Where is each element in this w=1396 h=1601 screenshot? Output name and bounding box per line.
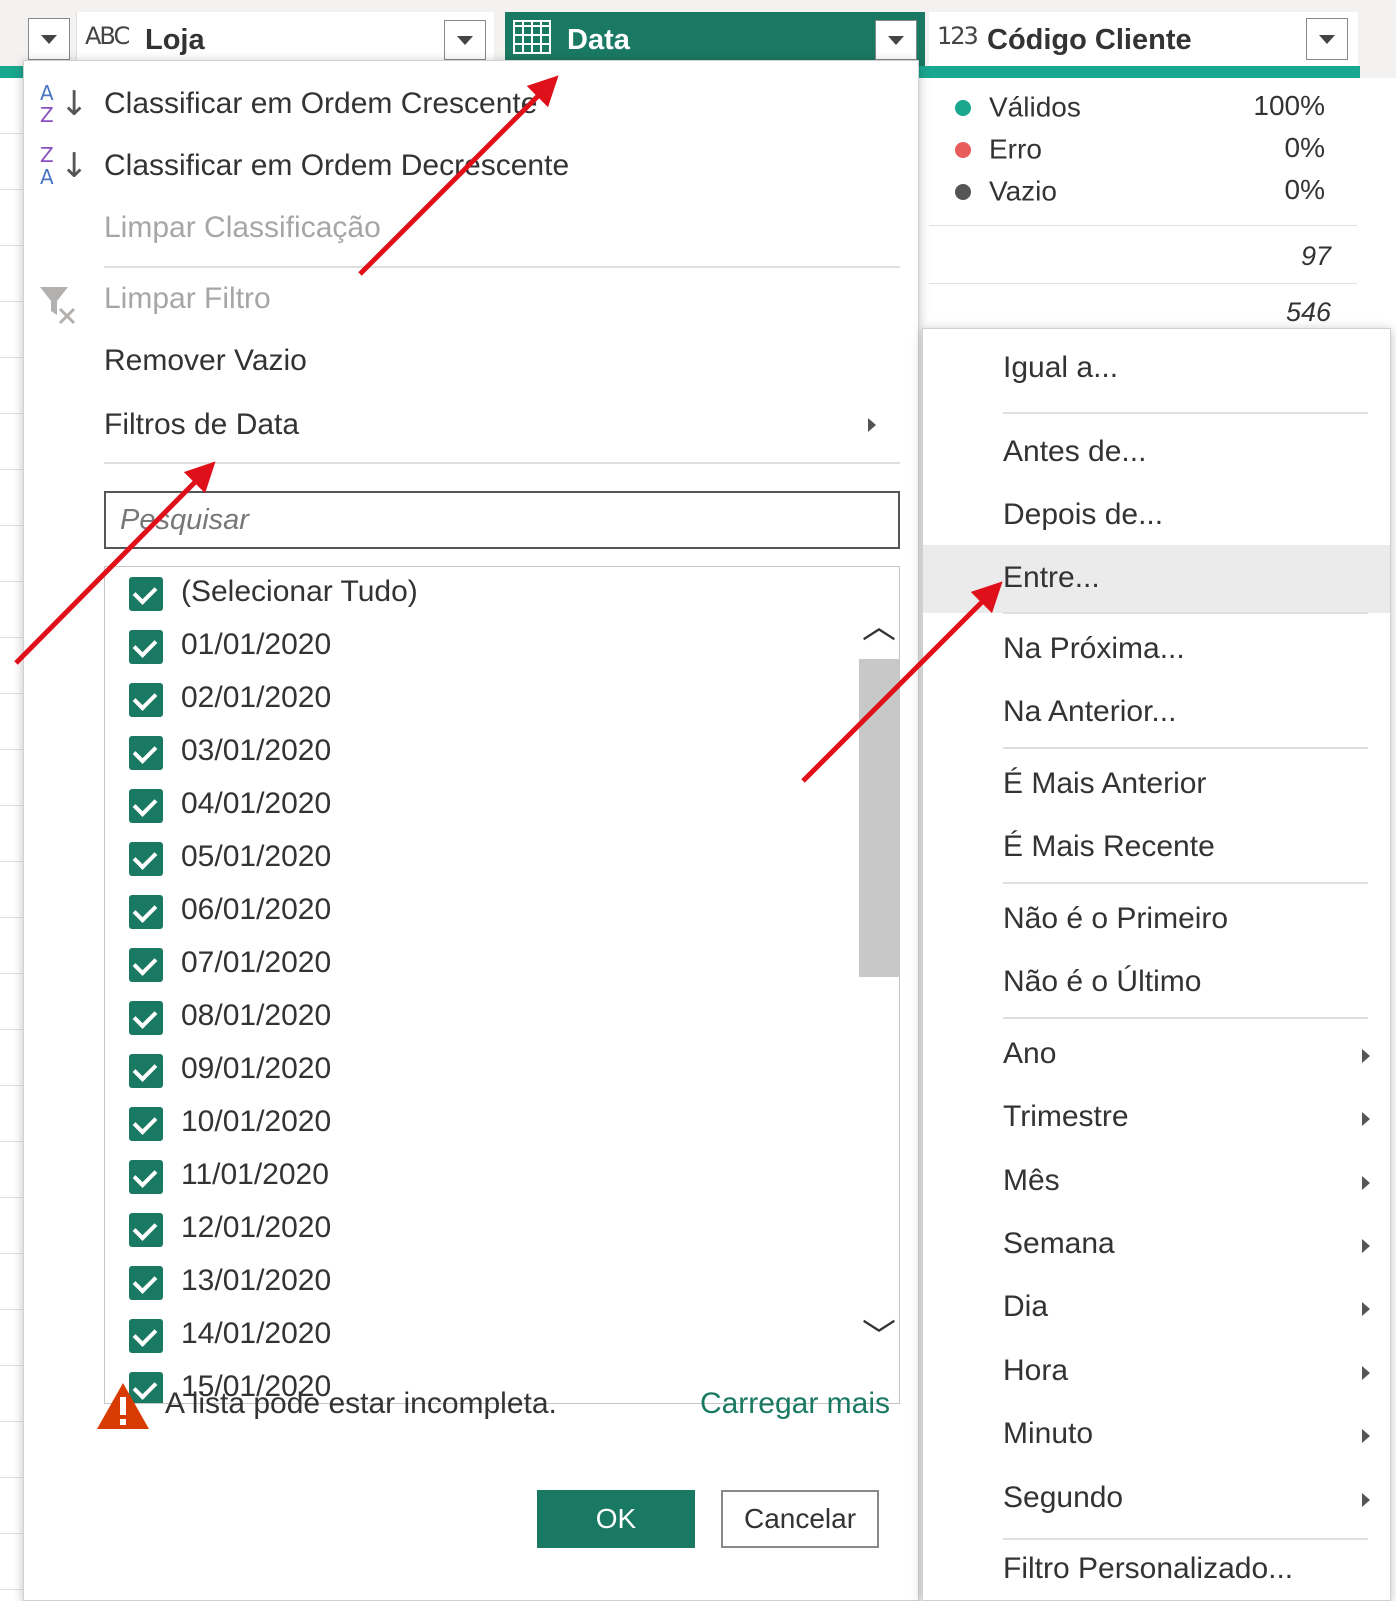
scroll-thumb[interactable] <box>859 659 899 977</box>
menu-divider <box>1003 612 1368 614</box>
chevron-down-icon <box>457 36 473 45</box>
empty-dot-icon <box>955 183 971 200</box>
date-filters-item[interactable]: Filtros de Data <box>104 408 299 442</box>
column-header-data[interactable]: Data <box>505 12 925 66</box>
load-more-link[interactable]: Carregar mais <box>700 1387 890 1421</box>
column-title: Código Cliente <box>987 24 1192 56</box>
menu-divider <box>1003 412 1368 414</box>
menu-divider <box>1003 882 1368 884</box>
column-quality-profile: Válidos 100% Erro 0% Vazio 0% <box>929 80 1357 226</box>
chevron-right-icon <box>1362 1429 1370 1443</box>
menu-divider <box>104 266 900 268</box>
checkbox-checked-icon <box>129 1266 163 1300</box>
checkbox-checked-icon <box>129 1319 163 1353</box>
search-input[interactable]: Pesquisar <box>104 491 900 549</box>
filter-before-item[interactable]: Antes de... <box>923 423 1390 485</box>
filter-after-item[interactable]: Depois de... <box>923 486 1390 548</box>
checkbox-checked-icon <box>129 630 163 664</box>
quality-valid: Válidos 100% <box>955 90 1345 130</box>
clear-sort-item[interactable]: Limpar Classificação <box>104 211 381 245</box>
filter-not-first-item[interactable]: Não é o Primeiro <box>923 890 1390 952</box>
filter-not-last-item[interactable]: Não é o Último <box>923 953 1390 1015</box>
checkbox-checked-icon <box>129 895 163 929</box>
chevron-right-icon <box>1362 1176 1370 1190</box>
chevron-down-icon <box>888 36 904 45</box>
column-header-codigo-cliente[interactable]: 123 Código Cliente <box>929 12 1358 66</box>
cancel-button[interactable]: Cancelar <box>721 1490 879 1548</box>
filter-second-item[interactable]: Segundo <box>923 1469 1390 1531</box>
date-filters-submenu: Igual a... Antes de... Depois de... Entr… <box>922 328 1391 1601</box>
chevron-down-icon[interactable]: ﹀ <box>859 1317 899 1357</box>
sort-ascending-item[interactable]: Classificar em Ordem Crescente <box>104 87 537 121</box>
checkbox-checked-icon <box>129 736 163 770</box>
filter-day-item[interactable]: Dia <box>923 1278 1390 1340</box>
sort-descending-item[interactable]: Classificar em Ordem Decrescente <box>104 149 569 183</box>
chevron-right-icon <box>868 418 876 432</box>
filter-between-item[interactable]: Entre... <box>923 545 1390 613</box>
filter-month-item[interactable]: Mês <box>923 1152 1390 1214</box>
filter-quarter-item[interactable]: Trimestre <box>923 1088 1390 1150</box>
menu-divider <box>104 462 900 464</box>
checkbox-checked-icon <box>129 1054 163 1088</box>
sort-descending-icon: Z A ↓ <box>40 143 89 189</box>
filter-equal-item[interactable]: Igual a... <box>923 339 1390 401</box>
incomplete-list-warning: A lista pode estar incompleta. <box>165 1387 557 1420</box>
number-type-icon: 123 <box>937 22 979 50</box>
clear-filter-icon <box>40 287 76 325</box>
data-filter-dropdown: A Z ↓ Classificar em Ordem Crescente Z A ↓ C… <box>23 60 919 1601</box>
checkbox-checked-icon <box>129 948 163 982</box>
checkbox-checked-icon <box>129 1001 163 1035</box>
filter-previous-item[interactable]: Na Anterior... <box>923 683 1390 745</box>
filter-latest-item[interactable]: É Mais Recente <box>923 818 1390 880</box>
chevron-right-icon <box>1362 1112 1370 1126</box>
column-header-loja[interactable]: ABC Loja <box>76 12 494 66</box>
chevron-right-icon <box>1362 1493 1370 1507</box>
filter-hour-item[interactable]: Hora <box>923 1342 1390 1404</box>
checkbox-checked-icon <box>129 1160 163 1194</box>
chevron-right-icon <box>1362 1239 1370 1253</box>
column-title: Data <box>567 24 630 56</box>
table-cell: 97 <box>929 228 1357 284</box>
chevron-down-icon <box>1319 35 1335 44</box>
checkbox-checked-icon <box>129 789 163 823</box>
filter-minute-item[interactable]: Minuto <box>923 1405 1390 1467</box>
codigo-filter-button[interactable] <box>1306 18 1348 60</box>
checkbox-checked-icon <box>129 842 163 876</box>
filter-year-item[interactable]: Ano <box>923 1025 1390 1087</box>
loja-filter-button[interactable] <box>444 20 486 60</box>
chevron-right-icon <box>1362 1302 1370 1316</box>
menu-divider <box>1003 1017 1368 1019</box>
ok-button[interactable]: OK <box>537 1490 695 1548</box>
filter-earliest-item[interactable]: É Mais Anterior <box>923 755 1390 817</box>
quality-error: Erro 0% <box>955 132 1345 172</box>
prev-column-filter-button[interactable] <box>28 18 70 60</box>
error-dot-icon <box>955 141 971 158</box>
chevron-right-icon <box>1362 1366 1370 1380</box>
filter-next-item[interactable]: Na Próxima... <box>923 620 1390 682</box>
text-type-icon: ABC <box>85 22 130 50</box>
value-checklist: (Selecionar Tudo) 01/01/2020 02/01/2020 … <box>104 566 900 1404</box>
checkbox-checked-icon <box>129 1107 163 1141</box>
remove-empty-item[interactable]: Remover Vazio <box>104 344 307 378</box>
clear-filter-item[interactable]: Limpar Filtro <box>104 282 271 316</box>
checkbox-checked-icon <box>129 683 163 717</box>
column-title: Loja <box>145 24 205 56</box>
quality-empty: Vazio 0% <box>955 174 1345 214</box>
warning-icon <box>97 1383 149 1429</box>
sort-ascending-icon: A Z ↓ <box>40 81 89 127</box>
chevron-right-icon <box>1362 1049 1370 1063</box>
list-scrollbar[interactable]: ︿ ﹀ <box>833 567 899 1403</box>
valid-dot-icon <box>955 99 971 116</box>
grid-left-column <box>0 78 24 1601</box>
date-type-icon <box>513 20 551 54</box>
checkbox-checked-icon <box>129 1213 163 1247</box>
chevron-up-icon[interactable]: ︿ <box>859 607 899 647</box>
filter-week-item[interactable]: Semana <box>923 1215 1390 1277</box>
chevron-down-icon <box>41 35 57 44</box>
custom-filter-item[interactable]: Filtro Personalizado... <box>923 1540 1390 1601</box>
menu-divider <box>1003 747 1368 749</box>
data-filter-button[interactable] <box>875 20 917 60</box>
checkbox-checked-icon <box>129 577 163 611</box>
